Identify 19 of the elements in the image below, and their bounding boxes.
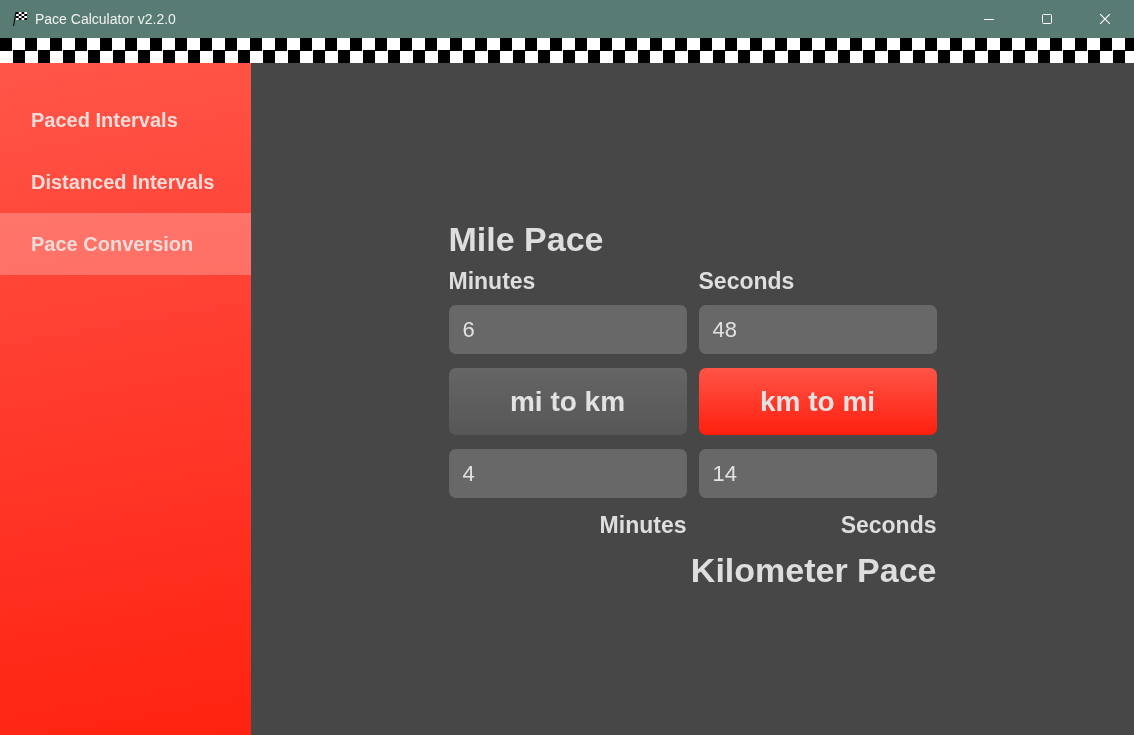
input-field[interactable]: 14 xyxy=(698,449,937,498)
section-heading: Kilometer Pace xyxy=(690,550,937,590)
field-label: Seconds xyxy=(840,511,937,539)
maximize-icon xyxy=(1042,14,1052,24)
convert-button[interactable]: mi to km xyxy=(448,368,687,435)
input-field[interactable]: 4 xyxy=(448,449,687,498)
checkered-flag-icon xyxy=(12,11,28,27)
field-label: Minutes xyxy=(448,267,536,295)
sidebar-item[interactable]: Paced Intervals xyxy=(0,89,251,151)
input-field[interactable]: 48 xyxy=(698,305,937,354)
convert-button[interactable]: km to mi xyxy=(698,368,937,435)
window-title: Pace Calculator v2.2.0 xyxy=(35,10,176,28)
field-label: Seconds xyxy=(698,267,795,295)
minimize-icon xyxy=(984,18,994,20)
sidebar-item[interactable]: Distanced Intervals xyxy=(0,151,251,213)
input-field[interactable]: 6 xyxy=(448,305,687,354)
field-label: Minutes xyxy=(599,511,687,539)
section-heading: Mile Pace xyxy=(448,219,605,259)
close-icon xyxy=(1100,14,1110,24)
